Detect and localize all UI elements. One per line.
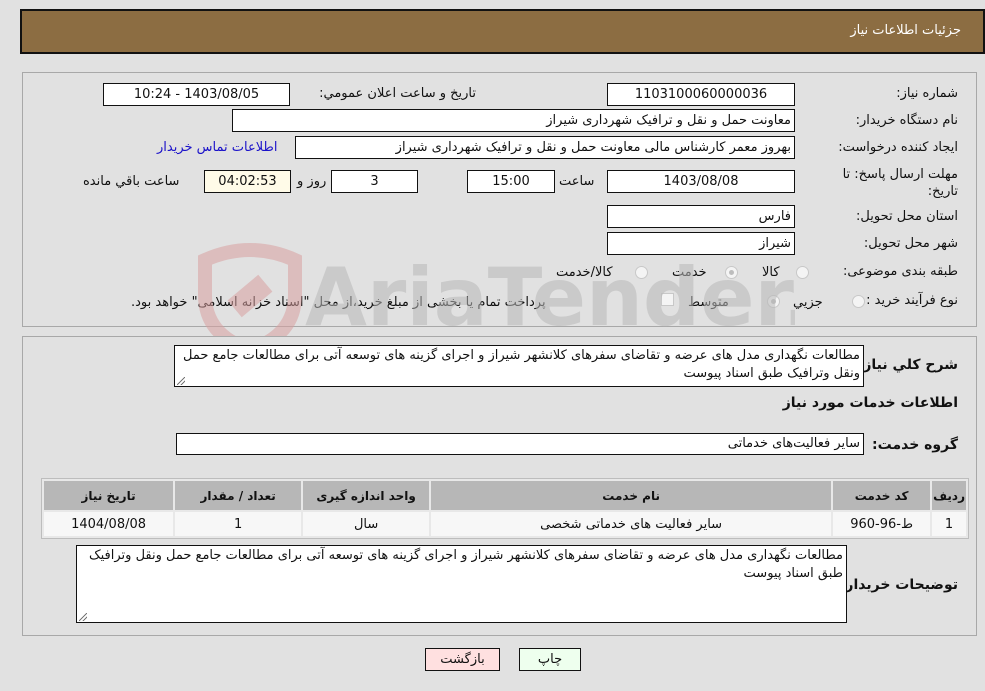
purchase-type-option-minor: جزيي <box>793 295 823 310</box>
buyer-notes-textarea[interactable]: مطالعات نگهداری مدل های عرضه و تقاضای سف… <box>76 545 847 623</box>
category-radio-goods[interactable] <box>796 266 809 279</box>
category-option-goods: کالا <box>762 265 780 280</box>
table-header-row: رديف کد خدمت نام خدمت واحد اندازه گيری ت… <box>44 481 966 510</box>
deadline-time-label: ساعت <box>559 174 595 189</box>
details-panel: شرح کلي نياز: مطالعات نگهداری مدل های عر… <box>22 336 977 636</box>
cell-quantity: 1 <box>175 512 302 536</box>
days-label: روز و <box>297 174 327 189</box>
col-row-number: رديف <box>932 481 966 510</box>
resize-grip-icon[interactable] <box>79 613 87 621</box>
table-row: 1 ط-96-960 سایر فعالیت های خدماتی شخصی س… <box>44 512 966 536</box>
buyer-org-label: نام دستگاه خريدار: <box>855 113 958 128</box>
service-group-field[interactable]: سایر فعالیت‌های خدماتی <box>176 433 864 455</box>
services-table: رديف کد خدمت نام خدمت واحد اندازه گيری ت… <box>41 478 969 539</box>
buyer-notes-label: توضيحات خريدار: <box>839 577 958 593</box>
resize-grip-icon[interactable] <box>177 377 185 385</box>
category-radio-service[interactable] <box>725 266 738 279</box>
treasury-checkbox[interactable] <box>661 293 674 306</box>
buyer-notes-text: مطالعات نگهداری مدل های عرضه و تقاضای سف… <box>88 548 843 581</box>
province-label: استان محل تحويل: <box>856 209 958 224</box>
category-option-goods-service: کالا/خدمت <box>556 265 613 280</box>
province-field[interactable]: فارس <box>607 205 795 228</box>
announce-datetime-label: تاريخ و ساعت اعلان عمومي: <box>319 86 476 101</box>
cell-need-date: 1404/08/08 <box>44 512 174 536</box>
need-number-label: شماره نیاز: <box>896 86 958 101</box>
buyer-contact-link[interactable]: اطلاعات تماس خريدار <box>157 140 277 155</box>
purchase-type-radio-medium[interactable] <box>767 295 780 308</box>
deadline-time-field[interactable]: 15:00 <box>467 170 555 193</box>
treasury-note: پرداخت تمام يا بخشی از مبلغ خريد،از محل … <box>131 295 546 310</box>
remaining-time-field[interactable]: 04:02:53 <box>204 170 291 193</box>
col-quantity: تعداد / مقدار <box>175 481 302 510</box>
requester-field[interactable]: بهروز معمر کارشناس مالی معاونت حمل و نقل… <box>295 136 795 159</box>
buyer-org-field[interactable]: معاونت حمل و نقل و ترافیک شهرداری شیراز <box>232 109 795 132</box>
description-textarea[interactable]: مطالعات نگهداری مدل های عرضه و تقاضای سف… <box>174 345 864 387</box>
cell-unit: سال <box>303 512 430 536</box>
description-text: مطالعات نگهداری مدل های عرضه و تقاضای سف… <box>183 348 860 381</box>
purchase-type-label: نوع فرآيند خريد : <box>866 293 958 308</box>
page-title: جزئیات اطلاعات نیاز <box>850 23 961 38</box>
category-radio-goods-service[interactable] <box>635 266 648 279</box>
deadline-date-field[interactable]: 1403/08/08 <box>607 170 795 193</box>
category-label: طبقه بندی موضوعی: <box>842 264 958 279</box>
service-group-label: گروه خدمت: <box>872 437 958 453</box>
cell-service-name: سایر فعالیت های خدماتی شخصی <box>431 512 832 536</box>
col-unit: واحد اندازه گيری <box>303 481 430 510</box>
back-button[interactable]: بازگشت <box>425 648 500 671</box>
cell-row-number: 1 <box>932 512 966 536</box>
need-number-field[interactable]: 1103100060000036 <box>607 83 795 106</box>
purchase-type-radio-minor[interactable] <box>852 295 865 308</box>
deadline-label: مهلت ارسال پاسخ: تا تاريخ: <box>842 167 958 199</box>
announce-datetime-field[interactable]: 1403/08/05 - 10:24 <box>103 83 290 106</box>
print-button[interactable]: چاپ <box>519 648 581 671</box>
col-service-name: نام خدمت <box>431 481 832 510</box>
page-header: جزئیات اطلاعات نیاز <box>20 9 985 54</box>
remaining-days-field[interactable]: 3 <box>331 170 418 193</box>
remaining-time-label: ساعت باقي مانده <box>83 174 180 189</box>
category-option-service: خدمت <box>672 265 707 280</box>
col-need-date: تاريخ نياز <box>44 481 174 510</box>
city-field[interactable]: شیراز <box>607 232 795 255</box>
col-service-code: کد خدمت <box>833 481 931 510</box>
description-label: شرح کلي نياز: <box>857 357 958 373</box>
requester-label: ايجاد کننده درخواست: <box>838 140 958 155</box>
purchase-type-option-medium: متوسط <box>688 295 729 310</box>
cell-service-code: ط-96-960 <box>833 512 931 536</box>
services-section-title: اطلاعات خدمات مورد نياز <box>782 395 958 411</box>
city-label: شهر محل تحويل: <box>863 236 958 251</box>
need-info-panel: شماره نیاز: 1103100060000036 تاريخ و ساع… <box>22 72 977 327</box>
